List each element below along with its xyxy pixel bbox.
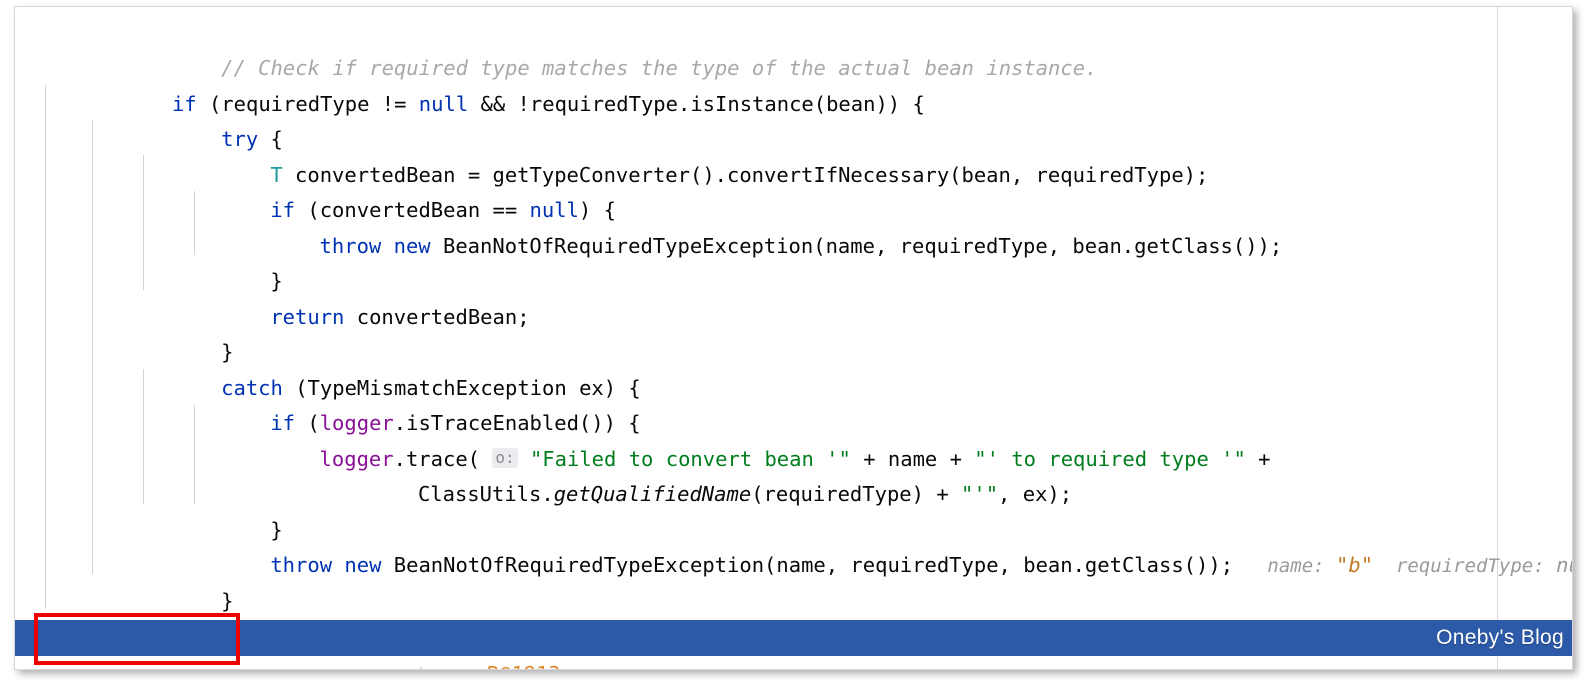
- code-line-3[interactable]: try {: [15, 87, 1572, 151]
- code-line-1[interactable]: // Check if required type matches the ty…: [15, 16, 1572, 80]
- code-line-10[interactable]: catch (TypeMismatchException ex) {: [15, 336, 1572, 400]
- inline-hint-spacer: [474, 664, 485, 669]
- blog-watermark: Oneby's Blog: [1436, 626, 1564, 649]
- editor-frame: // Check if required type matches the ty…: [14, 6, 1573, 670]
- inline-hint-spacer: [394, 664, 417, 669]
- code-line-6[interactable]: throw new BeanNotOfRequiredTypeException…: [15, 194, 1572, 258]
- code-line-14[interactable]: }: [15, 478, 1572, 542]
- code-line-15[interactable]: throw new BeanNotOfRequiredTypeException…: [15, 513, 1572, 577]
- code-editor[interactable]: // Check if required type matches the ty…: [15, 7, 1572, 669]
- code-token-return-statement: return (T) bean;: [197, 662, 394, 669]
- code-line-17[interactable]: }: [15, 584, 1572, 648]
- code-line-4[interactable]: T convertedBean = getTypeConverter().con…: [15, 123, 1572, 187]
- code-line-18[interactable]: return (T) bean; bean: B@1813: [15, 620, 1572, 669]
- code-line-5[interactable]: if (convertedBean == null) {: [15, 158, 1572, 222]
- inline-debug-hint-bean-label[interactable]: bean:: [417, 664, 474, 669]
- code-line-9[interactable]: }: [15, 300, 1572, 364]
- execution-point-line[interactable]: return (T) bean; bean: B@1813 Oneby's Bl…: [15, 620, 1572, 669]
- code-line-13[interactable]: ClassUtils.getQualifiedName(requiredType…: [15, 442, 1572, 506]
- code-line-16[interactable]: }: [15, 549, 1572, 613]
- code-line-7[interactable]: }: [15, 229, 1572, 293]
- code-line-11[interactable]: if (logger.isTraceEnabled()) {: [15, 371, 1572, 435]
- inline-debug-hint-bean-value[interactable]: B@1813: [486, 662, 560, 669]
- screenshot-root: // Check if required type matches the ty…: [0, 0, 1589, 685]
- code-line-12[interactable]: logger.trace( o: "Failed to convert bean…: [15, 407, 1572, 471]
- code-line-8[interactable]: return convertedBean;: [15, 265, 1572, 329]
- code-line-2[interactable]: if (requiredType != null && !requiredTyp…: [15, 52, 1572, 116]
